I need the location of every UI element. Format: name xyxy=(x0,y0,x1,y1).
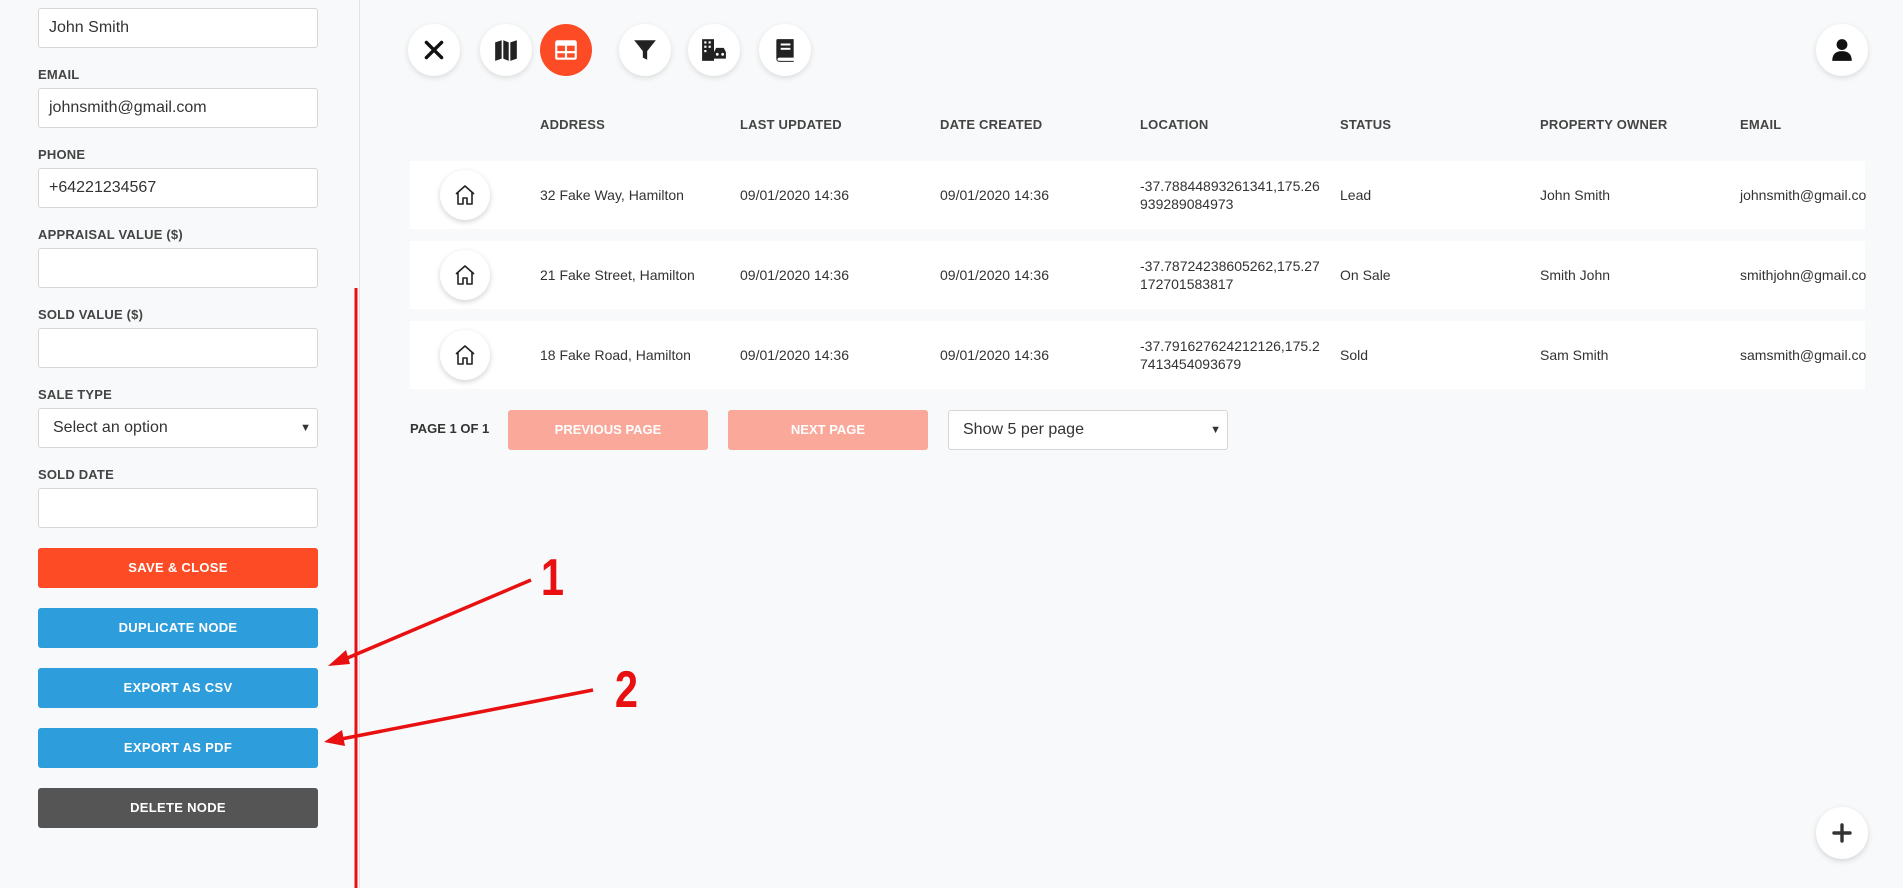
buildings-vehicles-button[interactable] xyxy=(688,24,740,76)
cell-date-created: 09/01/2020 14:36 xyxy=(940,187,1049,203)
table-row[interactable]: 32 Fake Way, Hamilton 09/01/2020 14:36 0… xyxy=(410,161,1867,229)
sale-type-label: SALE TYPE xyxy=(38,387,113,402)
sold-date-field[interactable] xyxy=(38,488,318,528)
cell-address: 32 Fake Way, Hamilton xyxy=(540,187,684,203)
filter-button[interactable] xyxy=(619,24,671,76)
delete-node-button[interactable]: DELETE NODE xyxy=(38,788,318,828)
cell-date-created: 09/01/2020 14:36 xyxy=(940,347,1049,363)
next-page-button[interactable]: NEXT PAGE xyxy=(728,410,928,450)
table-row[interactable]: 18 Fake Road, Hamilton 09/01/2020 14:36 … xyxy=(410,321,1867,389)
previous-page-button[interactable]: PREVIOUS PAGE xyxy=(508,410,708,450)
cell-last-updated: 09/01/2020 14:36 xyxy=(740,347,849,363)
header-address[interactable]: ADDRESS xyxy=(540,117,605,132)
add-node-button[interactable] xyxy=(1816,807,1868,859)
sold-date-label: SOLD DATE xyxy=(38,467,114,482)
header-date-created[interactable]: DATE CREATED xyxy=(940,117,1042,132)
cell-status: On Sale xyxy=(1340,267,1391,283)
duplicate-node-button[interactable]: DUPLICATE NODE xyxy=(38,608,318,648)
name-field[interactable]: John Smith xyxy=(38,8,318,48)
filter-icon xyxy=(634,40,656,60)
cell-email: smithjohn@gmail.co xyxy=(1740,267,1867,283)
cell-status: Sold xyxy=(1340,347,1369,363)
save-close-button[interactable]: SAVE & CLOSE xyxy=(38,548,318,588)
phone-label: PHONE xyxy=(38,147,86,162)
header-location[interactable]: LOCATION xyxy=(1140,117,1209,132)
annotation-arrow-1 xyxy=(337,578,532,664)
close-icon xyxy=(424,40,444,60)
select-caret-icon: ▼ xyxy=(300,422,311,434)
table-icon xyxy=(555,40,577,60)
house-icon[interactable] xyxy=(440,330,490,380)
header-property-owner[interactable]: PROPERTY OWNER xyxy=(1540,117,1668,132)
building-car-icon xyxy=(702,39,726,61)
export-pdf-button[interactable]: EXPORT AS PDF xyxy=(38,728,318,768)
appraisal-value-label: APPRAISAL VALUE ($) xyxy=(38,227,183,242)
cell-location: -37.791627624212126,175.27413454093679 xyxy=(1140,338,1320,372)
cell-date-created: 09/01/2020 14:36 xyxy=(940,267,1049,283)
sale-type-value: Select an option xyxy=(53,419,168,436)
book-icon xyxy=(776,39,794,62)
cell-location: -37.78724238605262,175.27172701583817 xyxy=(1140,258,1320,292)
map-view-button[interactable] xyxy=(480,24,532,76)
plus-icon xyxy=(1832,823,1852,843)
sold-value-field[interactable] xyxy=(38,328,318,368)
node-edit-sidebar: John Smith EMAIL johnsmith@gmail.com PHO… xyxy=(0,0,360,888)
cell-location: -37.78844893261341,175.26939289084973 xyxy=(1140,178,1320,212)
annotation-number-2: 2 xyxy=(614,661,639,719)
documentation-button[interactable] xyxy=(759,24,811,76)
page-indicator: PAGE 1 OF 1 xyxy=(410,421,490,436)
header-email[interactable]: EMAIL xyxy=(1740,117,1781,132)
cell-owner: Sam Smith xyxy=(1540,347,1609,363)
table-view-button[interactable] xyxy=(540,24,592,76)
per-page-value: Show 5 per page xyxy=(963,421,1084,438)
cell-owner: John Smith xyxy=(1540,187,1611,203)
annotation-arrow-2 xyxy=(335,688,594,742)
cell-address: 21 Fake Street, Hamilton xyxy=(540,267,695,283)
cell-status: Lead xyxy=(1340,187,1372,203)
house-icon[interactable] xyxy=(440,170,490,220)
cell-email: samsmith@gmail.co xyxy=(1740,347,1867,363)
sale-type-select[interactable]: Select an option ▼ xyxy=(38,408,318,448)
cell-address: 18 Fake Road, Hamilton xyxy=(540,347,691,363)
table-row[interactable]: 21 Fake Street, Hamilton 09/01/2020 14:3… xyxy=(410,241,1867,309)
annotation-number-1: 1 xyxy=(540,549,565,607)
header-last-updated[interactable]: LAST UPDATED xyxy=(740,117,842,132)
email-label: EMAIL xyxy=(38,67,80,82)
cell-last-updated: 09/01/2020 14:36 xyxy=(740,187,849,203)
user-icon xyxy=(1832,39,1852,61)
email-field[interactable]: johnsmith@gmail.com xyxy=(38,88,318,128)
select-caret-icon: ▼ xyxy=(1210,424,1221,436)
cell-last-updated: 09/01/2020 14:36 xyxy=(740,267,849,283)
export-csv-button[interactable]: EXPORT AS CSV xyxy=(38,668,318,708)
appraisal-value-field[interactable] xyxy=(38,248,318,288)
cell-owner: Smith John xyxy=(1540,267,1611,283)
map-icon xyxy=(495,40,517,61)
close-button[interactable] xyxy=(408,24,460,76)
sold-value-label: SOLD VALUE ($) xyxy=(38,307,144,322)
per-page-select[interactable]: Show 5 per page ▼ xyxy=(948,410,1228,450)
header-status[interactable]: STATUS xyxy=(1340,117,1391,132)
user-profile-button[interactable] xyxy=(1816,24,1868,76)
house-icon[interactable] xyxy=(440,250,490,300)
cell-email: johnsmith@gmail.co xyxy=(1740,187,1867,203)
phone-field[interactable]: +64221234567 xyxy=(38,168,318,208)
